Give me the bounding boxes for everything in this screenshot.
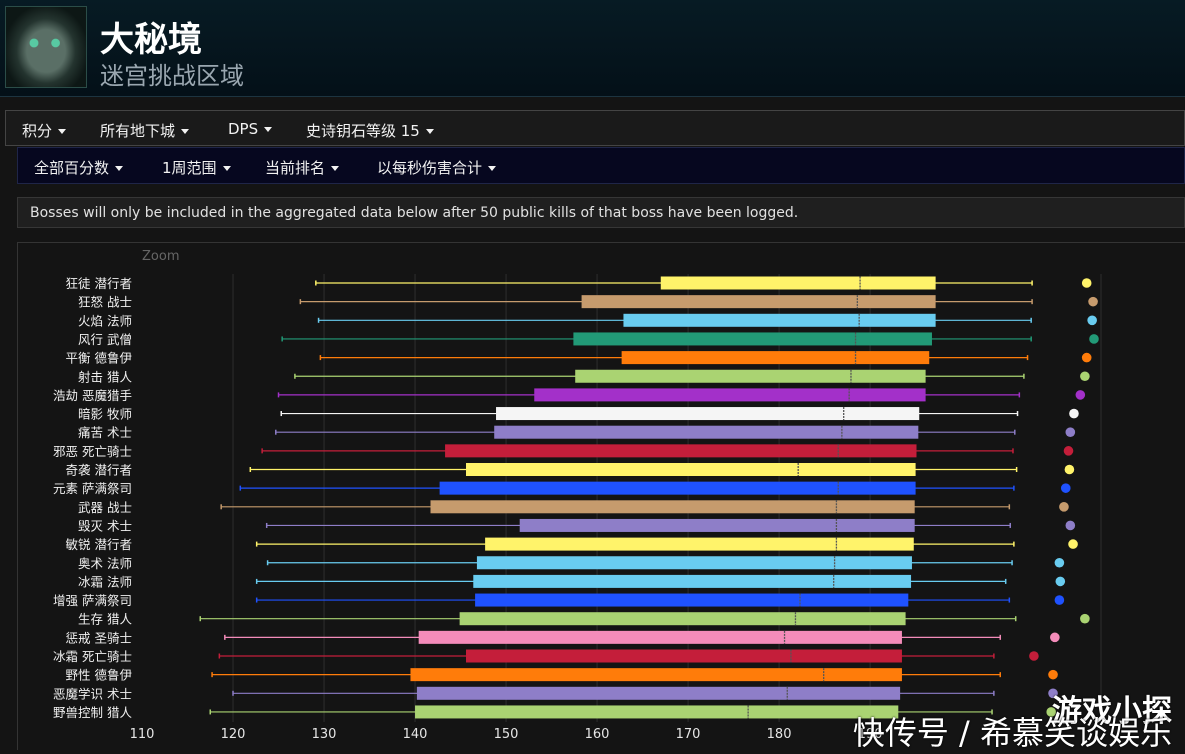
category-label: 邪恶 死亡骑士 [53,444,132,459]
point-marker [1048,669,1058,680]
point-marker [1069,408,1079,419]
point-marker [1068,539,1078,549]
box [466,463,916,476]
box [430,500,915,514]
box [466,649,902,663]
category-label: 风行 武僧 [78,332,132,347]
point-marker [1065,520,1076,531]
box [410,668,902,682]
category-label: 狂徒 潜行者 [66,276,132,291]
box [476,556,912,570]
category-label: 射击 猎人 [78,369,132,384]
point-marker [1050,632,1060,643]
category-label: 武器 战士 [78,500,132,515]
point-marker [1081,352,1092,363]
point-marker [1088,296,1098,307]
box [623,313,936,327]
category-label: 火焰 法师 [78,313,132,328]
point-marker [1087,315,1097,326]
point-marker [1089,334,1099,344]
category-label: 元素 萨满祭司 [53,481,132,496]
box [519,518,915,532]
box [660,276,936,290]
box [573,332,932,346]
box [485,537,914,551]
box [575,369,926,383]
point-marker [1054,557,1065,568]
category-label: 惩戒 圣骑士 [66,630,132,645]
category-label: 冰霜 死亡骑士 [53,649,132,664]
box [445,444,917,458]
box [439,481,916,495]
point-marker [1060,483,1071,493]
x-tick-label: 140 [403,727,428,742]
x-tick-label: 180 [767,727,792,742]
box [494,425,919,439]
point-marker [1080,371,1090,382]
category-label: 生存 猎人 [78,612,132,627]
category-label: 野性 德鲁伊 [66,668,132,683]
category-label: 增强 萨满祭司 [53,593,132,608]
x-tick-label: 110 [130,727,155,742]
category-label: 平衡 德鲁伊 [66,351,132,366]
box [496,407,920,421]
point-marker [1080,613,1090,624]
x-tick-label: 130 [312,727,337,742]
box [475,593,909,607]
category-label: 浩劫 恶魔猎手 [53,388,132,403]
category-label: 奥术 法师 [78,556,132,571]
category-label: 敏锐 潜行者 [66,537,132,552]
category-label: 毁灭 术士 [78,518,132,533]
box [581,295,936,309]
point-marker [1064,464,1075,475]
category-label: 野兽控制 猎人 [53,705,132,720]
box [534,388,926,402]
point-marker [1059,502,1069,512]
point-marker [1029,651,1039,661]
watermark: 游戏小探 快传号 / 希慕笑谈娱乐 [812,686,1177,752]
x-tick-label: 160 [585,727,610,742]
point-marker [1081,278,1092,288]
category-label: 暗影 牧师 [78,407,132,422]
category-label: 狂怒 战士 [78,295,132,310]
box [621,351,930,365]
box [473,574,912,588]
point-marker [1055,576,1066,587]
box [418,630,902,644]
box [459,612,906,626]
point-marker [1063,446,1074,456]
category-label: 痛苦 术士 [78,425,132,440]
point-marker [1075,390,1086,400]
point-marker [1065,427,1076,438]
category-label: 奇袭 潜行者 [66,463,132,478]
x-tick-label: 150 [494,727,519,742]
category-label: 恶魔学识 术士 [53,686,132,701]
x-tick-label: 120 [221,727,246,742]
boxplot-chart: 110 120 130 140 150 160 170 180 190狂徒 潜行者狂怒 战士火焰… [53,274,1102,742]
category-label: 冰霜 法师 [78,574,132,589]
watermark-source: 快传号 / 希慕笑谈娱乐 [852,714,1172,752]
point-marker [1054,595,1065,605]
x-tick-label: 170 [676,727,701,742]
